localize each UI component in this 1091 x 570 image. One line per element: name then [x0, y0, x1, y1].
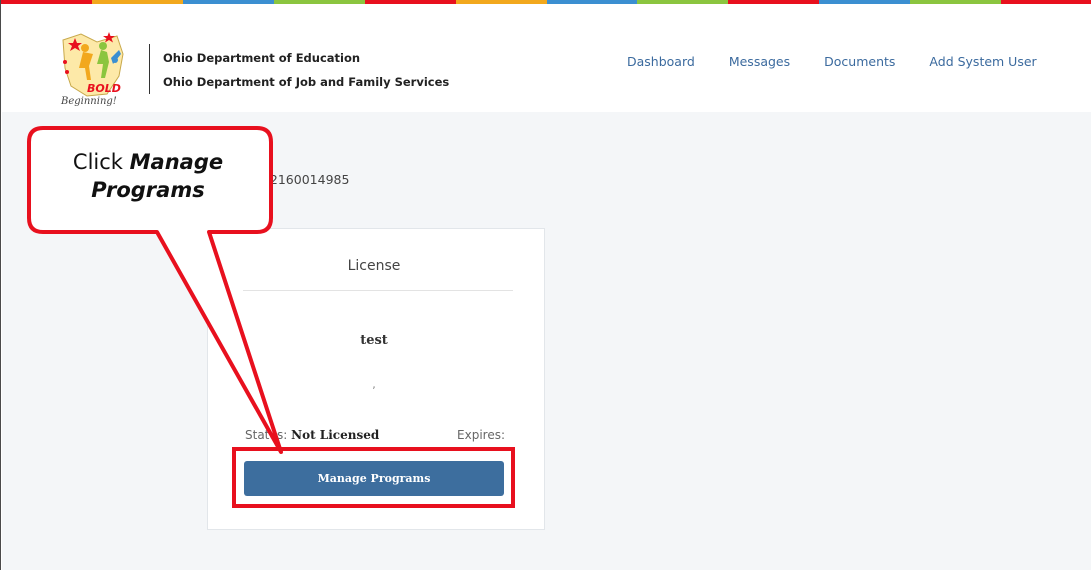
svg-text:BOLD: BOLD [87, 82, 121, 95]
callout-prefix: Click [72, 150, 130, 174]
org-name-education: Ohio Department of Education [163, 51, 361, 65]
screenshot-frame: BOLD Beginning! Ohio Department of Educa… [0, 0, 1091, 570]
org-names: Ohio Department of Education Ohio Depart… [163, 46, 449, 94]
card-divider [243, 290, 513, 291]
program-name: test [360, 333, 388, 348]
svg-text:Beginning!: Beginning! [60, 96, 117, 107]
nav-documents[interactable]: Documents [824, 54, 895, 69]
status-label: Status: [245, 428, 288, 442]
site-header: BOLD Beginning! Ohio Department of Educa… [1, 4, 1091, 112]
card-title: License [347, 258, 401, 274]
top-nav: Dashboard Messages Documents Add System … [627, 54, 1071, 69]
expires-label: Expires: [457, 428, 505, 442]
nav-dashboard[interactable]: Dashboard [627, 54, 695, 69]
program-address: , [372, 378, 376, 391]
org-name-jfs: Ohio Department of Job and Family Servic… [163, 75, 450, 89]
bold-beginning-logo-icon[interactable]: BOLD Beginning! [57, 24, 141, 110]
nav-messages[interactable]: Messages [729, 54, 790, 69]
nav-add-system-user[interactable]: Add System User [929, 54, 1036, 69]
status-value: Not Licensed [291, 428, 380, 442]
header-divider [149, 44, 150, 94]
manage-programs-button[interactable]: Manage Programs [244, 461, 504, 496]
callout-text: Click Manage Programs [29, 148, 267, 204]
status-row: Status: Not Licensed Expires: [245, 428, 505, 442]
